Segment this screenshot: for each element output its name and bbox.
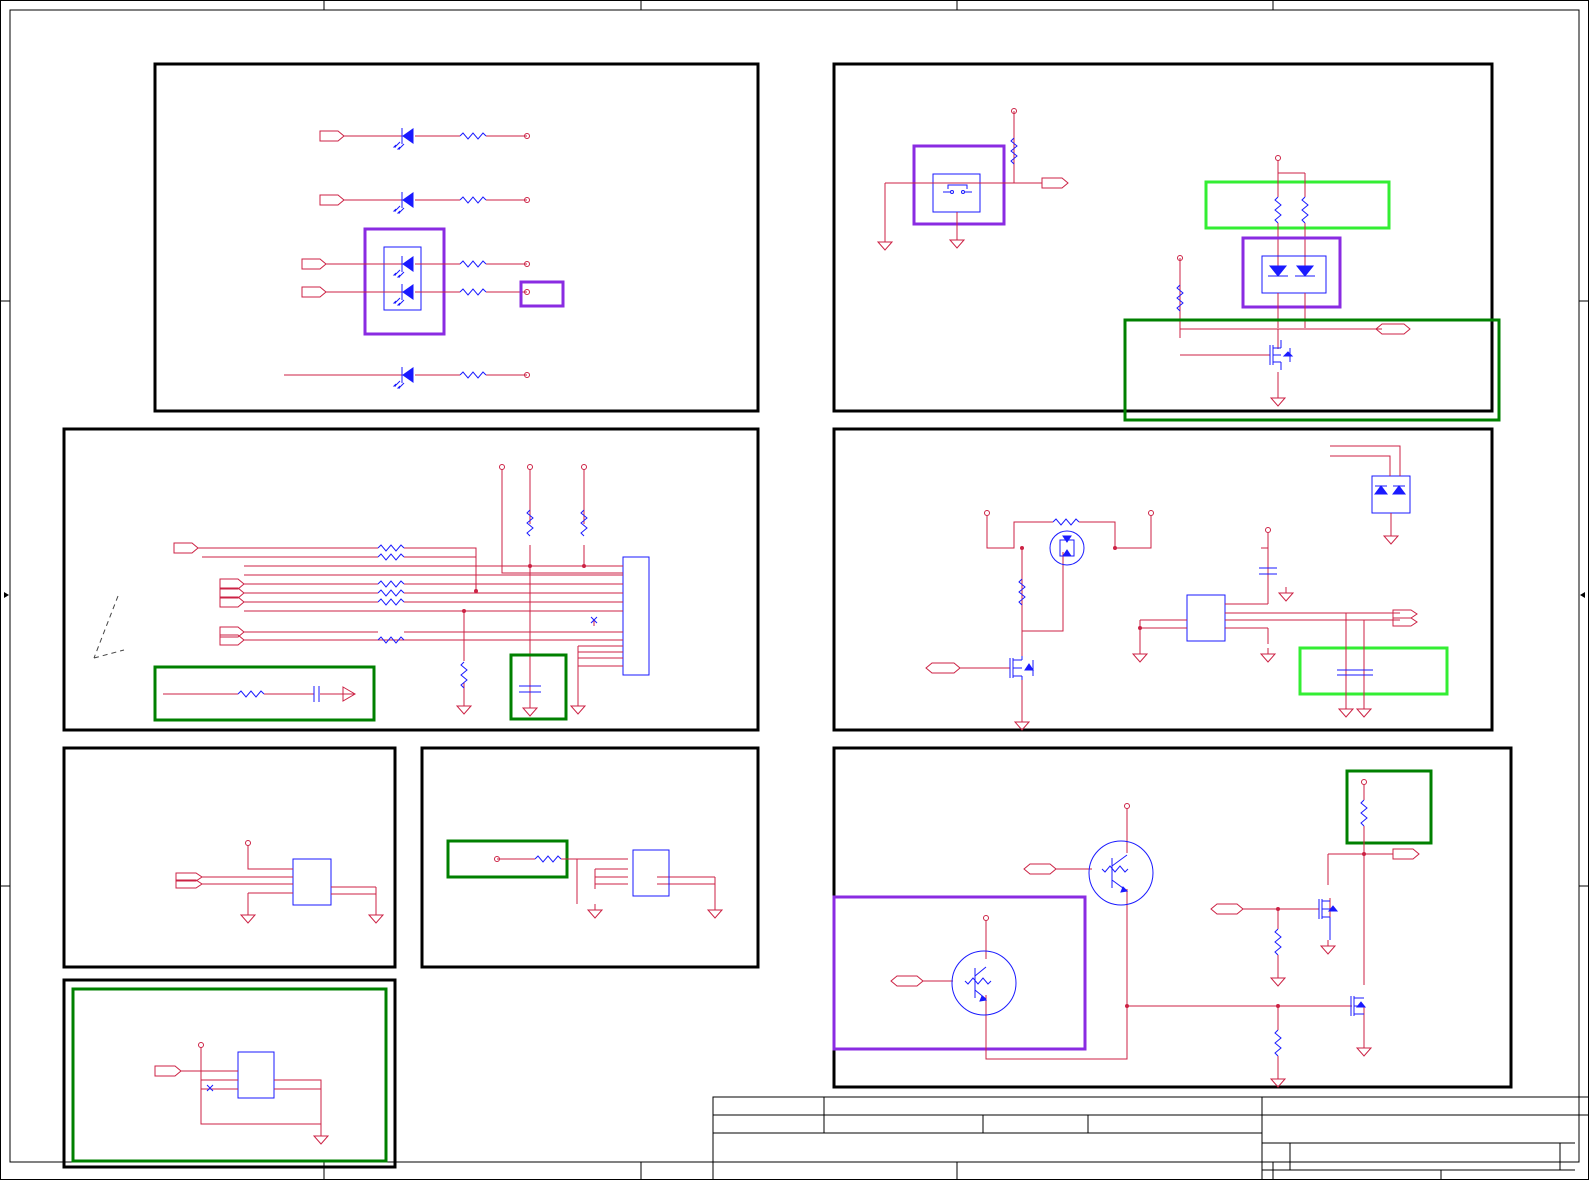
led-driver: [1123, 155, 1501, 422]
block-transistor-drivers: [832, 746, 1513, 1089]
block-connector-interface: [62, 427, 760, 732]
tvs-diodes: [1330, 445, 1411, 545]
npn-driver-2: [832, 895, 1128, 1060]
schematic-canvas: [0, 0, 1589, 1180]
block-ic-small-right: [420, 746, 760, 969]
led-row-1: [319, 127, 530, 150]
led-row-2: [319, 191, 530, 214]
n-mosfet-switch: [925, 631, 1034, 731]
rc-filter: [153, 665, 376, 722]
block-ic-bottom-left: [62, 978, 397, 1169]
title-block: [712, 1096, 1589, 1180]
output-caps: [1298, 613, 1449, 718]
block-power-switch: [832, 427, 1494, 732]
dual-led-pair: [301, 227, 565, 336]
connector-symbol: [622, 556, 650, 676]
mosfet-drivers: [1125, 769, 1433, 1088]
schematic-sheet: [0, 0, 1589, 1180]
p-mosfet-switch: [984, 510, 1154, 632]
led-row-4: [284, 366, 530, 389]
block-ic-small-left: [62, 746, 397, 969]
decoupling-cap: [509, 653, 568, 721]
block-led-indicators: [153, 62, 760, 413]
npn-driver-1: [1023, 803, 1154, 1001]
block-button-led-driver: [832, 62, 1501, 422]
connector-nets: [173, 464, 623, 715]
push-button: [877, 108, 1069, 251]
controller-ic: [1132, 527, 1418, 663]
